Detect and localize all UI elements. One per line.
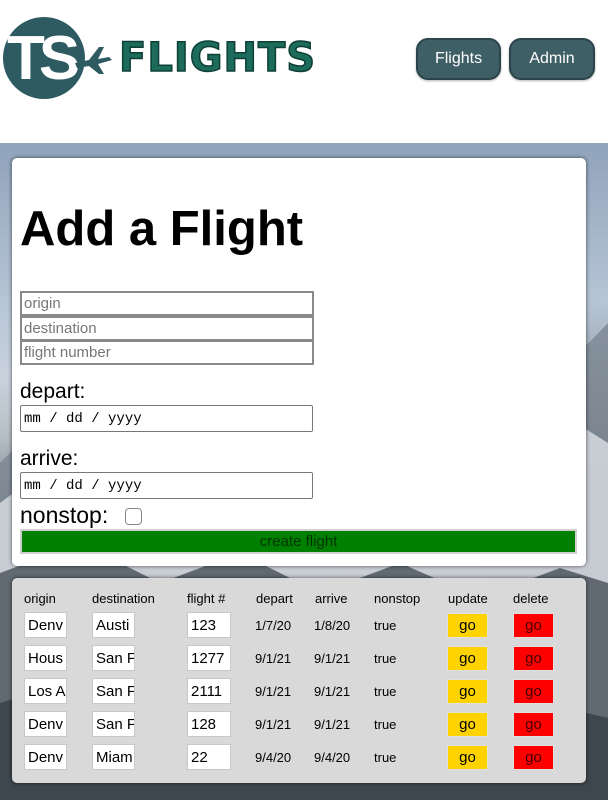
flight-number-input[interactable]: flight number — [20, 340, 314, 365]
row-nonstop: true — [374, 717, 397, 732]
destination-input[interactable]: destination — [20, 316, 314, 341]
row-arrive: 9/1/21 — [314, 717, 351, 732]
row-arrive: 9/1/21 — [314, 651, 351, 666]
row-flight-number-input[interactable]: 1277 — [187, 645, 231, 671]
header-destination: destination — [92, 591, 155, 606]
table-row: Denv San F 128 9/1/21 9/1/21 true go go — [12, 711, 586, 737]
row-depart: 9/1/21 — [255, 717, 292, 732]
row-destination-input[interactable]: Miam — [92, 744, 135, 770]
update-button[interactable]: go — [447, 712, 488, 737]
table-row: Los A San F 2111 9/1/21 9/1/21 true go g… — [12, 678, 586, 704]
row-flight-number-input[interactable]: 2111 — [187, 678, 231, 704]
logo-mark: TS — [7, 24, 80, 93]
nonstop-checkbox[interactable] — [125, 508, 142, 525]
logo-text: FLIGHTS — [118, 34, 317, 82]
header-arrive: arrive — [315, 591, 348, 606]
airplane-icon — [75, 47, 112, 74]
row-arrive: 9/1/21 — [314, 684, 351, 699]
row-origin-input[interactable]: Los A — [24, 678, 67, 704]
row-nonstop: true — [374, 651, 397, 666]
nonstop-label: nonstop: — [20, 502, 109, 528]
row-flight-number-input[interactable]: 123 — [187, 612, 231, 638]
row-flight-number-input[interactable]: 128 — [187, 711, 231, 737]
header-delete: delete — [513, 591, 549, 606]
row-arrive: 1/8/20 — [314, 618, 351, 633]
nav-admin-button[interactable]: Admin — [509, 38, 595, 80]
form-title: Add a Flight — [20, 202, 304, 256]
row-depart: 9/1/21 — [255, 651, 292, 666]
row-destination-input[interactable]: Austi — [92, 612, 135, 638]
header-nonstop: nonstop — [374, 591, 421, 606]
row-nonstop: true — [374, 618, 397, 633]
delete-button[interactable]: go — [513, 745, 554, 770]
update-button[interactable]: go — [447, 679, 488, 704]
row-origin-input[interactable]: Denv — [24, 711, 67, 737]
delete-button[interactable]: go — [513, 646, 554, 671]
row-depart: 9/4/20 — [255, 750, 292, 765]
table-row: Denv Austi 123 1/7/20 1/8/20 true go go — [12, 612, 586, 638]
header-origin: origin — [24, 591, 56, 606]
update-button[interactable]: go — [447, 745, 488, 770]
row-arrive: 9/4/20 — [314, 750, 351, 765]
row-origin-input[interactable]: Denv — [24, 612, 67, 638]
header-flight-number: flight # — [187, 591, 226, 606]
depart-label: depart: — [20, 380, 86, 403]
site-header: TS FLIGHTS Flights Admin — [0, 0, 608, 143]
create-flight-button[interactable]: create flight — [20, 529, 577, 554]
row-depart: 1/7/20 — [255, 618, 292, 633]
depart-date-input[interactable]: mm / dd / yyyy — [20, 405, 313, 432]
add-flight-form: Add a Flight origin destination flight n… — [12, 158, 586, 566]
row-nonstop: true — [374, 750, 397, 765]
delete-button[interactable]: go — [513, 613, 554, 638]
origin-input[interactable]: origin — [20, 291, 314, 316]
row-origin-input[interactable]: Denv — [24, 744, 67, 770]
site-logo[interactable]: TS FLIGHTS — [3, 17, 316, 101]
row-destination-input[interactable]: San F — [92, 711, 135, 737]
row-destination-input[interactable]: San F — [92, 645, 135, 671]
update-button[interactable]: go — [447, 613, 488, 638]
update-button[interactable]: go — [447, 646, 488, 671]
table-row: Hous San F 1277 9/1/21 9/1/21 true go go — [12, 645, 586, 671]
flights-table: origin destination flight # depart arriv… — [12, 578, 586, 783]
arrive-date-input[interactable]: mm / dd / yyyy — [20, 472, 313, 499]
row-destination-input[interactable]: San F — [92, 678, 135, 704]
row-origin-input[interactable]: Hous — [24, 645, 67, 671]
arrive-label: arrive: — [20, 447, 79, 470]
nav-flights-button[interactable]: Flights — [416, 38, 501, 80]
header-depart: depart — [256, 591, 293, 606]
row-nonstop: true — [374, 684, 397, 699]
delete-button[interactable]: go — [513, 712, 554, 737]
delete-button[interactable]: go — [513, 679, 554, 704]
row-depart: 9/1/21 — [255, 684, 292, 699]
table-row: Denv Miam 22 9/4/20 9/4/20 true go go — [12, 744, 586, 770]
header-update: update — [448, 591, 488, 606]
row-flight-number-input[interactable]: 22 — [187, 744, 231, 770]
